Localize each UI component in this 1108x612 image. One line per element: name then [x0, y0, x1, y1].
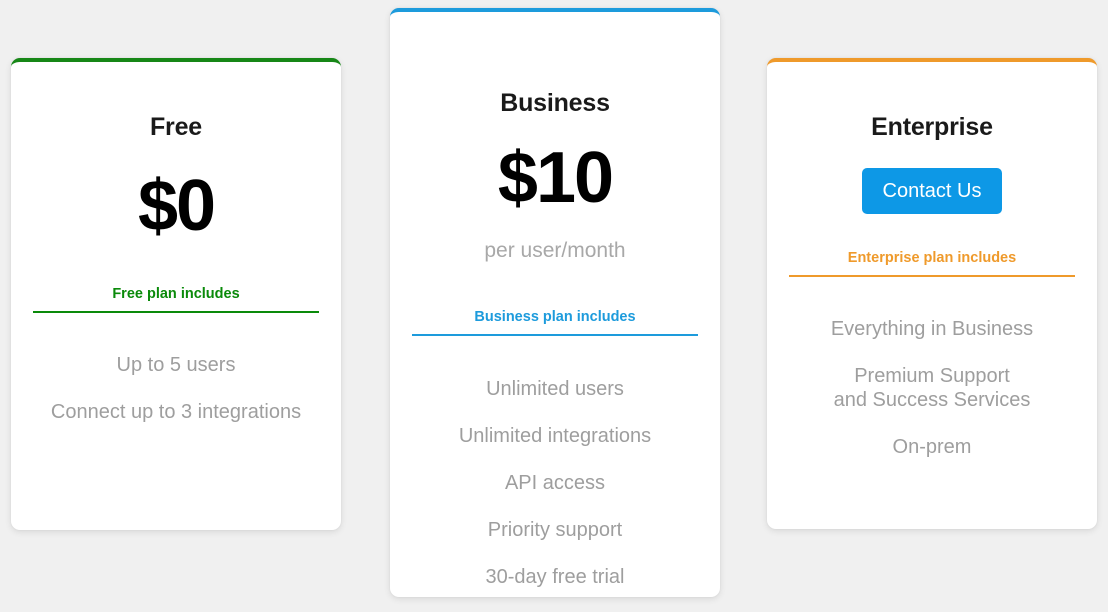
feature-item: Unlimited integrations [458, 424, 652, 447]
plan-name-free: Free [149, 113, 202, 141]
feature-item: 30-day free trial [485, 565, 625, 588]
pricing-card-enterprise[interactable]: Enterprise Contact Us Enterprise plan in… [767, 58, 1097, 529]
plan-price-business: $10 [497, 138, 614, 218]
feature-item: Up to 5 users [116, 353, 236, 376]
plan-period-business: per user/month [484, 239, 626, 262]
feature-list-free: Up to 5 users Connect up to 3 integratio… [11, 313, 341, 424]
feature-item: API access [504, 471, 606, 494]
feature-item: On-prem [892, 435, 972, 458]
feature-item: Priority support [487, 518, 623, 541]
pricing-card-free[interactable]: Free $0 Free plan includes Up to 5 users… [11, 58, 341, 530]
pricing-plans-board: Free $0 Free plan includes Up to 5 users… [0, 0, 1108, 612]
feature-item: Unlimited users [486, 377, 624, 400]
feature-item: Connect up to 3 integrations [50, 400, 302, 423]
includes-title-enterprise: Enterprise plan includes [847, 250, 1017, 266]
plan-name-enterprise: Enterprise [871, 113, 993, 141]
includes-block-enterprise: Enterprise plan includes [789, 251, 1075, 277]
feature-item: Everything in Business [830, 317, 1034, 340]
includes-title-free: Free plan includes [112, 286, 240, 302]
contact-us-button[interactable]: Contact Us [862, 168, 1002, 214]
pricing-card-business[interactable]: Business $10 per user/month Business pla… [390, 8, 720, 597]
feature-item: Premium Support and Success Services [833, 364, 1031, 411]
includes-block-business: Business plan includes [412, 310, 698, 336]
includes-title-business: Business plan includes [474, 309, 636, 325]
feature-list-enterprise: Everything in Business Premium Support a… [767, 277, 1097, 459]
plan-price-free: $0 [137, 166, 216, 246]
includes-block-free: Free plan includes [33, 287, 319, 313]
feature-list-business: Unlimited users Unlimited integrations A… [390, 336, 720, 589]
plan-name-business: Business [500, 89, 610, 117]
